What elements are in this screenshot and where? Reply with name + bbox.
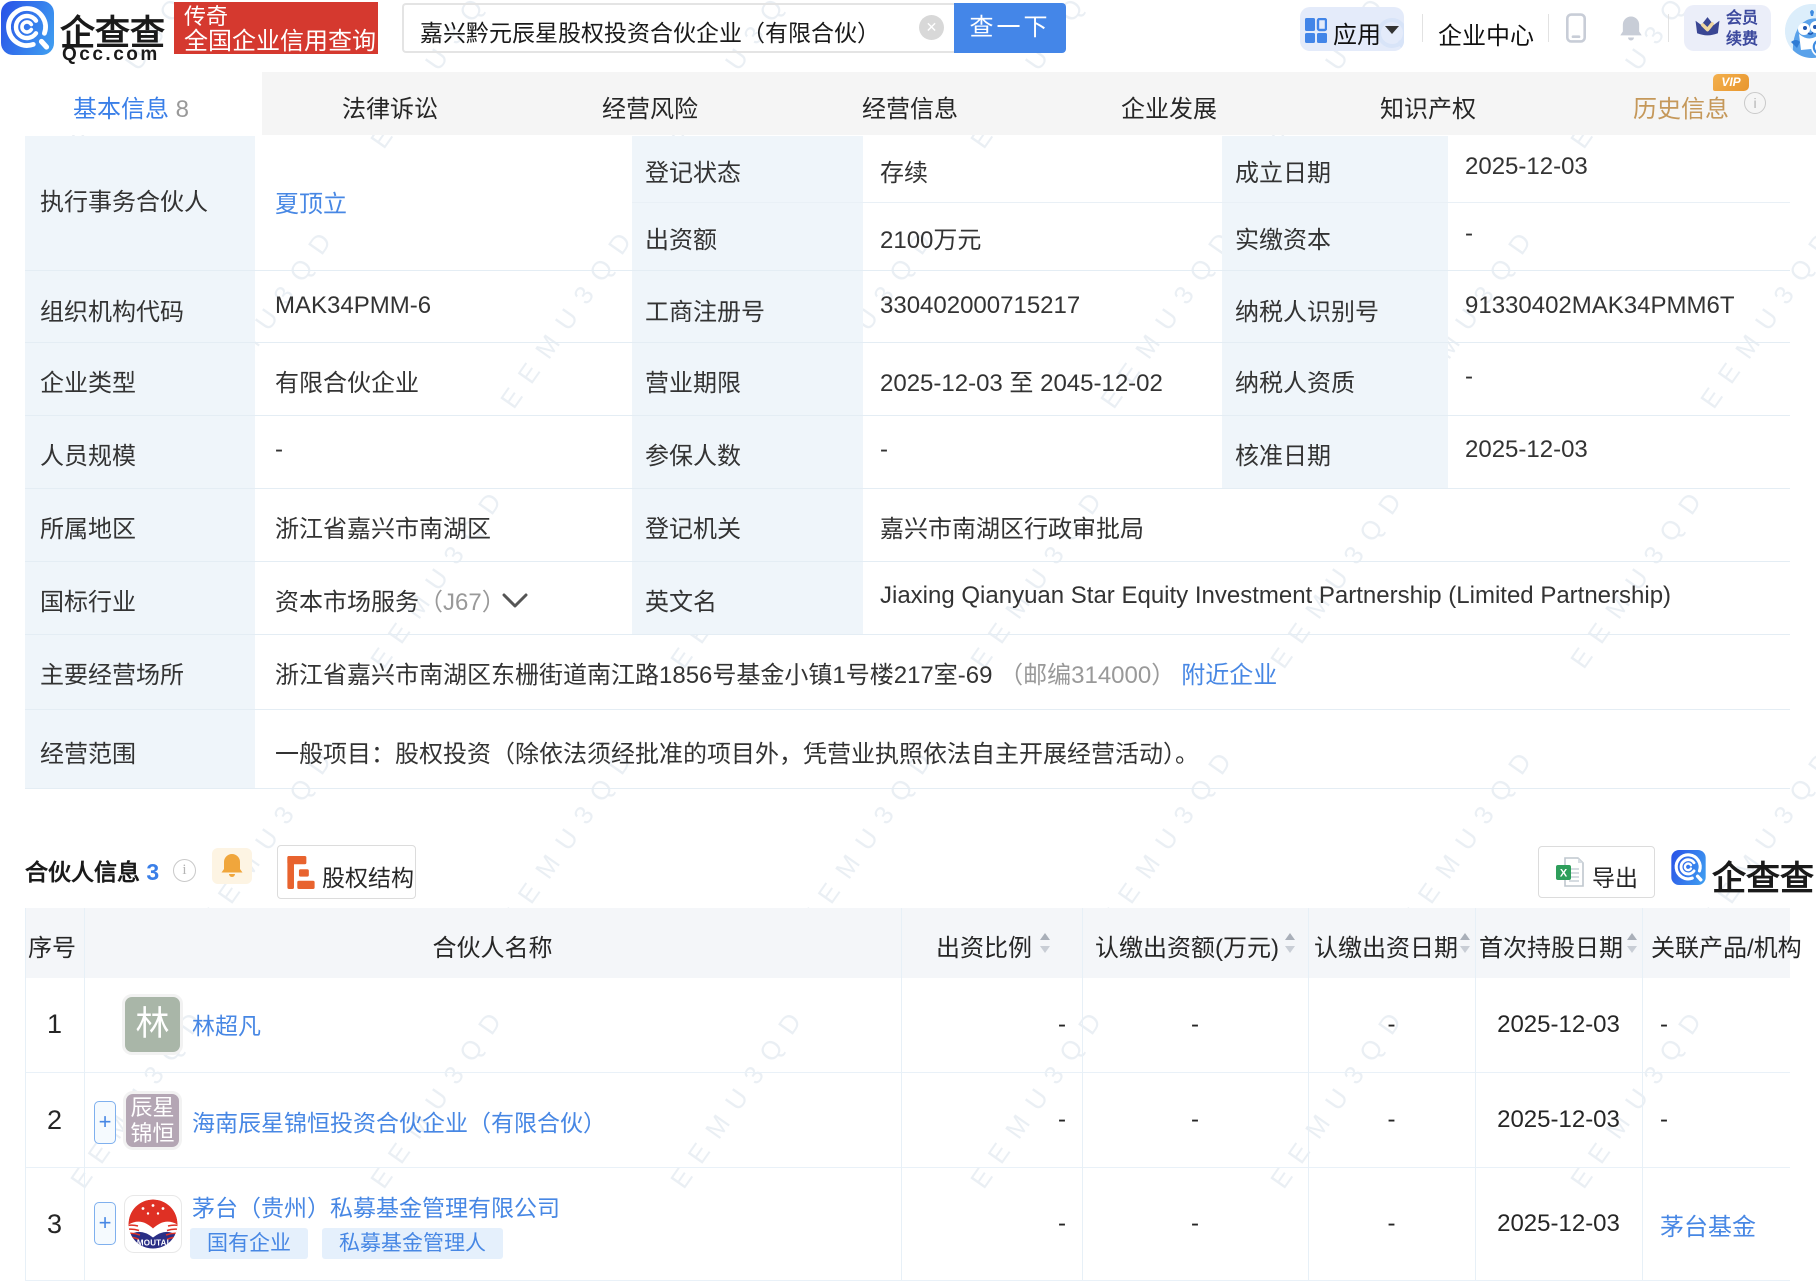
svg-text:MOUTAI: MOUTAI xyxy=(137,1239,169,1248)
svg-text:X: X xyxy=(1560,868,1568,880)
